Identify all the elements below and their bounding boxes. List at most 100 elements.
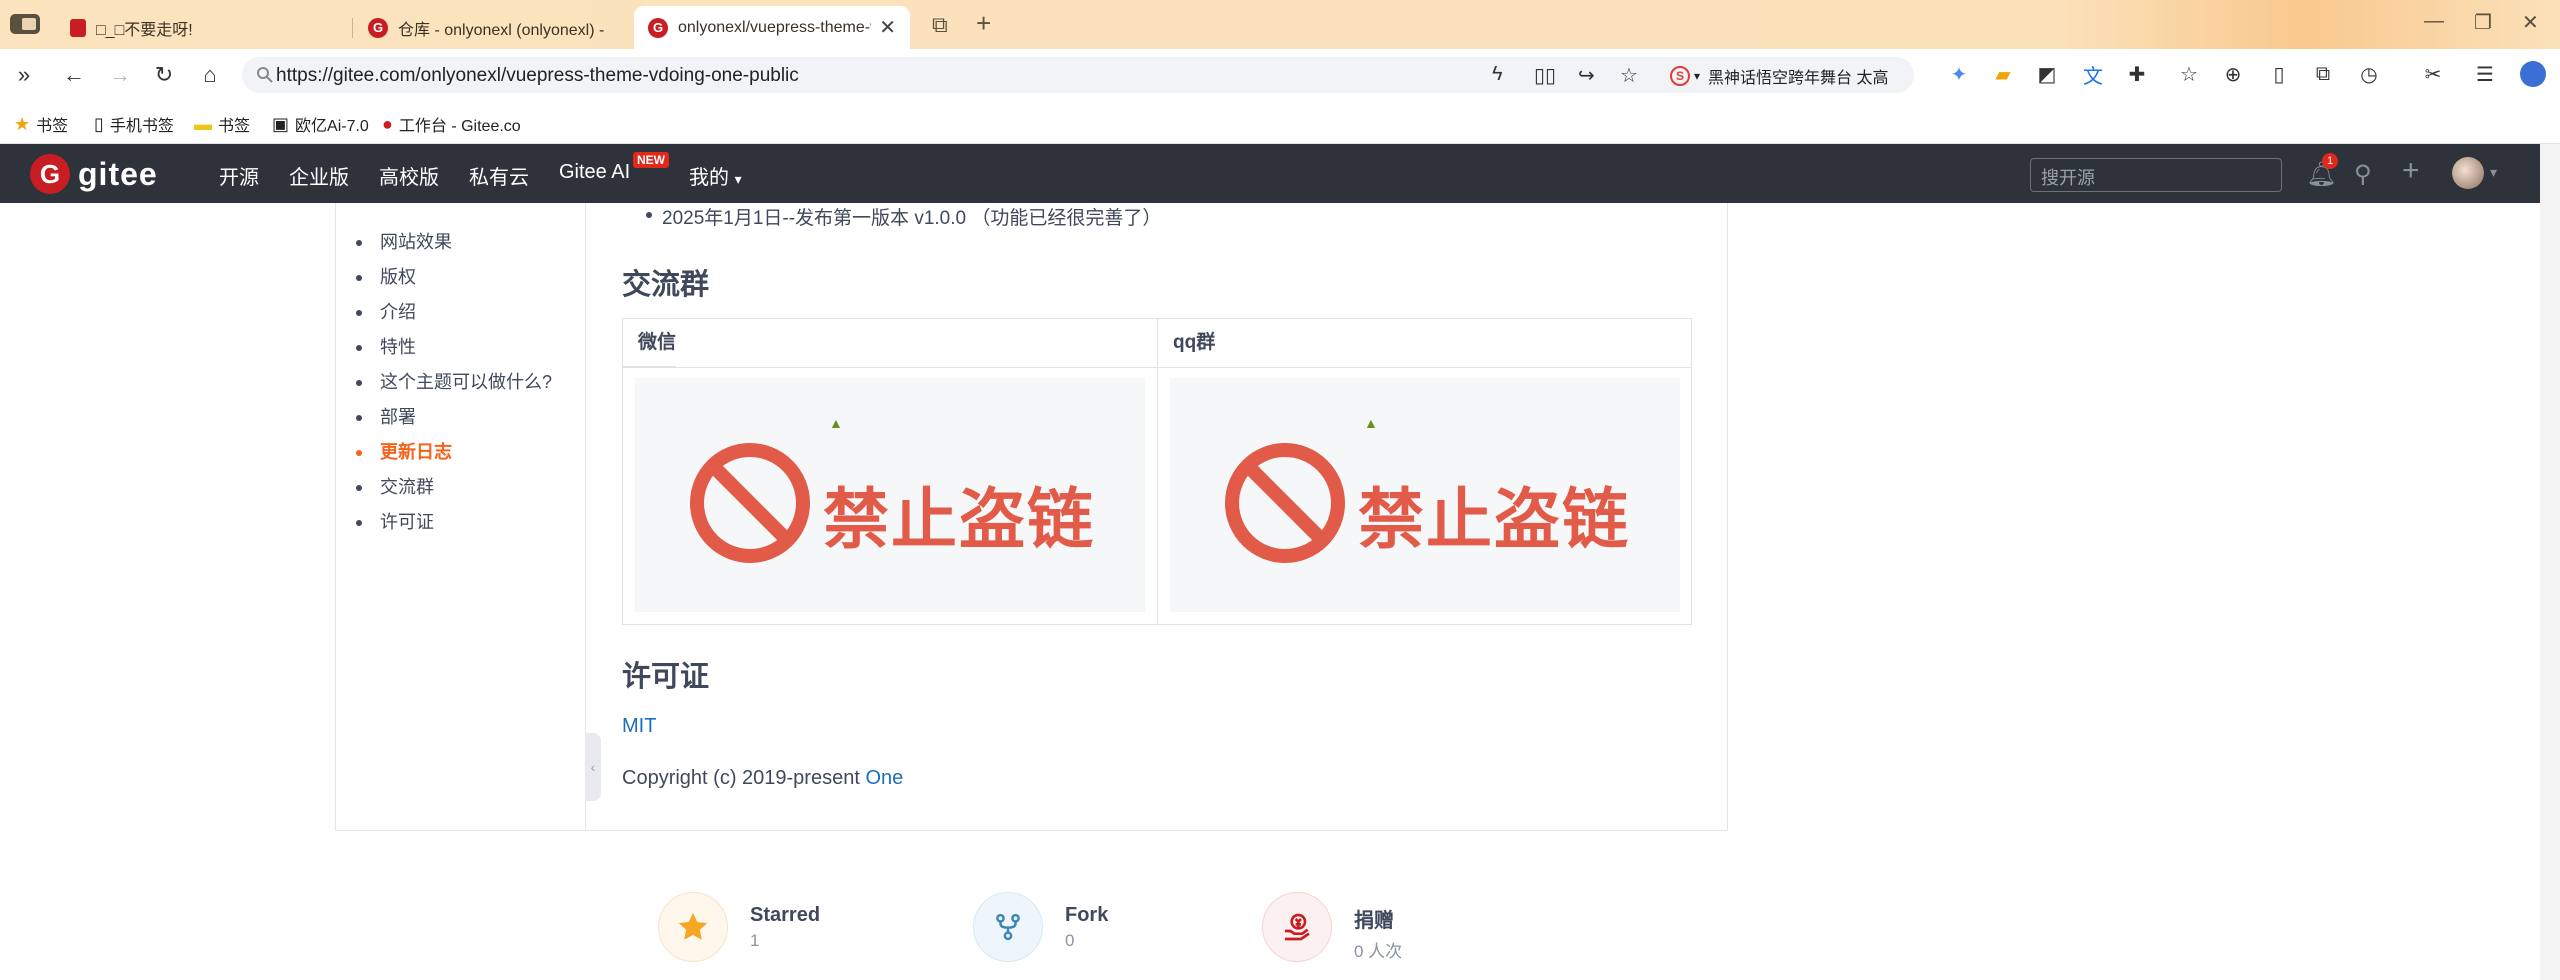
qq-qr-image: 禁止盗链 [1170,378,1680,612]
repo-search-input[interactable]: 搜开源 [2030,158,2282,192]
bookmark-label: 工作台 - Gitee.co [398,118,521,135]
browser-tab-2[interactable]: G 仓库 - onlyonexl (onlyonexl) - [354,6,630,49]
back-icon[interactable]: ← [58,59,90,91]
mit-license-link[interactable]: MIT [622,715,656,738]
share-icon[interactable]: ↪ [1578,63,1595,88]
avatar-caret-icon[interactable]: ▾ [2490,164,2497,181]
stat-starred[interactable]: Starred 1 [658,892,820,962]
toc-item[interactable]: 这个主题可以做什么? [354,365,552,400]
home-icon[interactable]: ⌂ [194,59,226,91]
menu-icon[interactable]: ☰ [2472,61,2498,87]
restore-icon[interactable]: ❐ [2474,10,2492,35]
nav-open-source[interactable]: 开源 [219,161,259,190]
location-pin-icon[interactable]: ⚲ [2354,160,2372,189]
toc-item[interactable]: 部署 [354,400,552,435]
bookmark-label: 手机书签 [109,118,174,135]
chart-extension-icon[interactable]: ◩ [2034,61,2060,87]
blocked-image-text: 禁止盗链 [1358,482,1630,556]
nav-mine[interactable]: 我的 ▾ [689,161,742,190]
bookmark-label: 欧亿Ai-7.0 [295,118,369,135]
mobile-icon[interactable]: ▯ [2266,61,2292,87]
folder-extension-icon[interactable]: ▰ [1990,61,2016,87]
bookmark-item[interactable]: ▣ 欧亿Ai-7.0 [272,112,369,136]
table-of-contents: 网站效果 版权 介绍 特性 这个主题可以做什么? 部署 更新日志 交流群 许可证 [336,203,586,831]
suggestion-text: 黑神话悟空跨年舞台 太高 [1708,70,1889,87]
url-text[interactable]: https://gitee.com/onlyonexl/vuepress-the… [276,65,799,87]
tab-title: onlyonexl/vuepress-theme-v [678,18,872,36]
mouse-cursor-icon: ▲ [829,415,843,431]
bookmark-item[interactable]: ▬ 书签 [194,112,250,136]
history-icon[interactable]: ◷ [2356,61,2382,87]
page-scrollbar[interactable] [2540,144,2560,980]
star-icon [658,892,728,962]
stat-fork[interactable]: Fork 0 [973,892,1108,962]
translate-icon[interactable]: 文 [2080,61,2106,88]
close-tab-icon[interactable]: ✕ [871,15,896,40]
stat-value: 0 [1065,931,1075,950]
stat-label: Fork [1065,904,1109,926]
mouse-cursor-icon: ▲ [1364,415,1378,431]
copy-icon[interactable]: ⧉ [2310,61,2336,87]
nav-education[interactable]: 高校版 [379,161,439,190]
stat-value: 1 [750,931,760,950]
copyright-prefix: Copyright (c) 2019-present [622,767,866,789]
scissors-icon[interactable]: ✂ [2420,61,2446,87]
forward-icon[interactable]: → [104,59,136,91]
new-tab-icon[interactable]: + [976,8,991,39]
caret-down-icon: ▾ [734,171,742,187]
star-icon: ★ [14,113,31,134]
copyright-owner-link[interactable]: One [865,767,903,789]
bookmarks-bar: ★ 书签 ▯ 手机书签 ▬ 书签 ▣ 欧亿Ai-7.0 ● 工作台 - Gitee.co [0,102,2560,144]
bookmark-label: 书签 [36,118,69,135]
toc-item[interactable]: 交流群 [354,470,552,505]
stat-donate[interactable]: 捐赠 0 人次 [1262,892,1402,962]
browser-tab-3[interactable]: G onlyonexl/vuepress-theme-v ✕ [634,6,910,49]
ai-assistant-icon[interactable]: ✦ [1946,61,1972,87]
create-plus-icon[interactable]: + [2402,154,2420,188]
nav-private-cloud[interactable]: 私有云 [469,161,529,190]
browser-tab-1[interactable]: □_□不要走呀! [56,6,356,49]
fork-icon [973,892,1043,962]
toc-item[interactable]: 介绍 [354,295,552,330]
bookmark-label: 书签 [218,118,251,135]
table-header-qq: qq群 [1173,332,1216,353]
browser-toolbar: » ← → ↻ ⌂ https://gitee.com/onlyonexl/vu… [0,49,2560,102]
favorite-star-icon[interactable]: ☆ [1620,63,1638,88]
toc-item[interactable]: 网站效果 [354,225,552,260]
bot-icon: ▣ [272,113,290,134]
reload-icon[interactable]: ↻ [148,59,180,91]
toc-item[interactable]: 版权 [354,260,552,295]
address-bar[interactable]: https://gitee.com/onlyonexl/vuepress-the… [242,57,1914,93]
toc-item[interactable]: 许可证 [354,505,552,540]
avatar[interactable] [2452,157,2484,189]
group-table: 微信 qq群 禁止盗链 ▲ 禁止盗链 ▲ [622,318,1692,625]
gitee-logo[interactable]: G gitee [30,154,158,194]
bookmark-item[interactable]: ★ 书签 [14,112,68,136]
stat-label: Starred [750,904,821,926]
window-close-icon[interactable]: ✕ [2522,10,2539,35]
heading-license: 许可证 [622,661,710,693]
gitee-logo-icon: G [30,154,70,194]
reader-mode-icon[interactable]: ▯▯ [1534,63,1556,88]
toc-item[interactable]: 特性 [354,330,552,365]
sidebar-toggle-icon[interactable] [10,14,40,34]
nav-enterprise[interactable]: 企业版 [289,161,349,190]
download-icon[interactable]: ⊕ [2220,61,2246,87]
search-suggestion[interactable]: S ▾ 黑神话悟空跨年舞台 太高 [1670,64,1906,88]
bookmark-item[interactable]: ● 工作台 - Gitee.co [382,112,532,136]
extensions-puzzle-icon[interactable]: ✚ [2124,61,2150,87]
profile-icon[interactable] [2520,61,2546,87]
tab-groups-icon[interactable]: ⧉ [932,12,948,38]
copyright-text: Copyright (c) 2019-present One [622,767,903,790]
nav-gitee-ai[interactable]: Gitee AI [559,161,630,184]
bookmarks-star-icon[interactable]: ☆ [2176,61,2202,87]
tab-title: 仓库 - onlyonexl (onlyonexl) - [398,21,605,39]
readme-panel: 网站效果 版权 介绍 特性 这个主题可以做什么? 部署 更新日志 交流群 许可证… [335,203,1728,831]
toc-item-active[interactable]: 更新日志 [354,435,552,470]
bookmark-item[interactable]: ▯ 手机书签 [94,112,174,136]
collapse-toc-handle[interactable]: ‹ [585,733,601,801]
lightning-icon[interactable]: ϟ [1492,63,1503,86]
minimize-icon[interactable]: — [2424,10,2444,33]
chevron-down-icon: ▾ [1694,69,1701,83]
expand-sidebar-icon[interactable]: » [8,59,40,91]
